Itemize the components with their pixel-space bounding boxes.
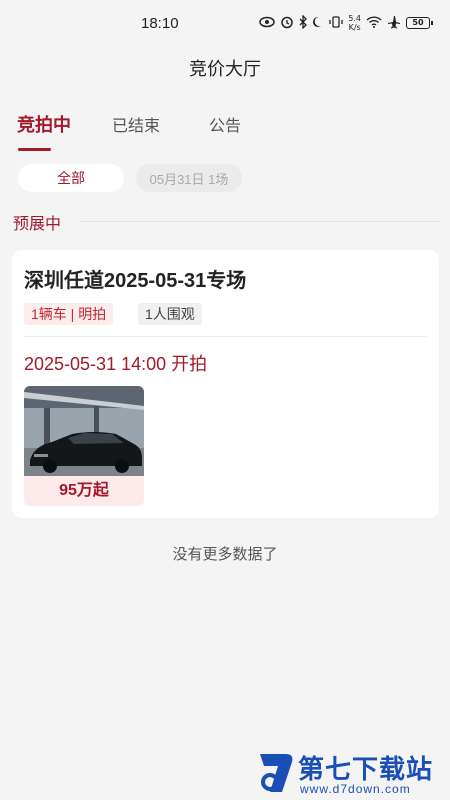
tab-ongoing[interactable]: 竞拍中: [17, 111, 71, 137]
tab-ended[interactable]: 已结束: [112, 112, 160, 136]
network-speed: 5.4 K/s: [348, 14, 361, 32]
wifi-icon: [366, 16, 382, 30]
watermark: 第七下载站 www.d7down.com: [256, 748, 446, 798]
car-photo: [24, 386, 144, 476]
airplane-icon: [387, 15, 401, 31]
section-title: 预展中: [13, 216, 62, 233]
section-divider: [80, 221, 440, 222]
auction-start-time: 2025-05-31 14:00 开拍: [24, 354, 208, 374]
eye-icon: [259, 16, 276, 30]
status-bar: 18:10 5.4 K/s 50: [0, 0, 450, 48]
moon-icon: [312, 16, 324, 30]
starting-price: 95万起: [59, 482, 109, 499]
vibrate-icon: [329, 15, 343, 31]
speed-unit: K/s: [348, 23, 361, 32]
page-title: 竞价大厅: [189, 59, 261, 79]
vehicle-count-tag: 1辆车 | 明拍: [24, 303, 114, 325]
auction-card[interactable]: 深圳任道2025-05-31专场 1辆车 | 明拍 1人围观 2025-05-3…: [12, 250, 439, 518]
auction-title: 深圳任道2025-05-31专场: [24, 270, 247, 292]
filter-date-chip[interactable]: 05月31日 1场: [136, 164, 242, 192]
no-more-data-text: 没有更多数据了: [172, 546, 278, 563]
filter-all-chip[interactable]: 全部: [18, 164, 124, 192]
card-divider: [24, 336, 427, 337]
watermark-url: www.d7down.com: [300, 782, 411, 796]
tab-active-indicator: [18, 148, 51, 151]
watermark-logo: [260, 754, 293, 792]
status-time: 18:10: [141, 15, 179, 32]
alarm-icon: [280, 15, 294, 31]
tab-bar: 竞拍中 已结束 公告: [0, 108, 450, 152]
battery-icon: 50: [406, 17, 433, 29]
bluetooth-icon: [299, 14, 308, 31]
tab-announcement[interactable]: 公告: [209, 112, 241, 136]
watchers-tag: 1人围观: [138, 303, 202, 325]
car-tile[interactable]: 95万起: [24, 386, 144, 506]
speed-value: 5.4: [348, 14, 361, 23]
status-icons: 5.4 K/s 50: [259, 14, 433, 32]
watermark-name: 第七下载站: [298, 754, 434, 784]
